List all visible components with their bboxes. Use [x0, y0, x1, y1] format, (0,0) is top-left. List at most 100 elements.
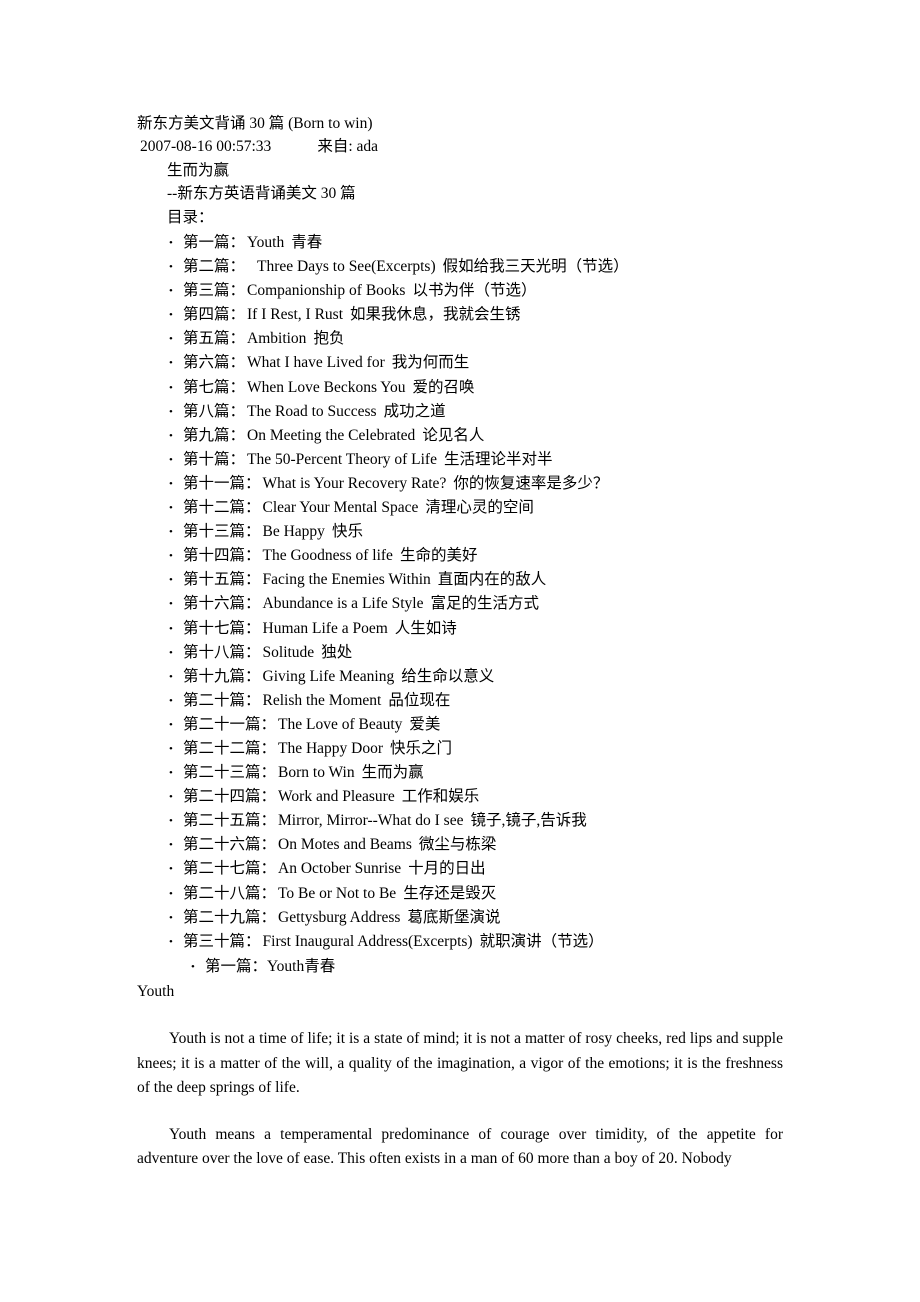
bullet-icon: • — [169, 550, 173, 563]
toc-item-title-cn: 微尘与栋梁 — [418, 836, 497, 854]
toc-item-title-cn: 爱美 — [409, 715, 441, 733]
toc-item[interactable]: • 第二十六篇： On Motes and Beams 微尘与栋梁 — [167, 833, 907, 857]
toc-item-title-cn: 镜子,镜子,告诉我 — [470, 812, 587, 830]
toc-item[interactable]: • 第二十篇： Relish the Moment 品位现在 — [167, 689, 907, 713]
toc-item-title-cn: 十月的日出 — [408, 860, 486, 878]
toc-item[interactable]: • 第十六篇： Abundance is a Life Style 富足的生活方式 — [167, 592, 907, 616]
bullet-icon: • — [169, 357, 173, 370]
toc-item-title-en: Youth — [247, 234, 285, 251]
toc-item[interactable]: • 第二十八篇： To Be or Not to Be 生存还是毁灭 — [167, 882, 907, 906]
toc-item-title-cn: 给生命以意义 — [401, 667, 495, 685]
toc-item-index: 第二十四篇： — [183, 788, 277, 806]
toc-item[interactable]: • 第三十篇： First Inaugural Address(Excerpts) 就… — [167, 930, 907, 954]
toc-item-title-cn: 就职演讲（节选） — [479, 932, 604, 950]
toc-item-title-cn: 论见名人 — [422, 426, 485, 444]
toc-item[interactable]: • 第十一篇： What is Your Recovery Rate? 你的恢复速率是… — [167, 472, 907, 496]
toc-item-title-en: The Love of Beauty — [278, 715, 403, 733]
bullet-icon: • — [169, 598, 173, 611]
toc-item[interactable]: • 第九篇： On Meeting the Celebrated 论见名人 — [167, 424, 907, 448]
toc-item-index: 第十一篇： — [183, 474, 261, 492]
toc-item[interactable]: • 第六篇： What I have Lived for 我为何而生 — [167, 351, 907, 375]
toc-item-title-cn: 人生如诗 — [394, 619, 457, 637]
toc-item-index: 第二十七篇： — [183, 860, 277, 878]
toc-item[interactable]: • 第二十一篇： The Love of Beauty 爱美 — [167, 713, 907, 737]
toc-item-title-en: The Happy Door — [278, 739, 384, 757]
toc-item-title-cn: 我为何而生 — [391, 354, 470, 372]
toc-item-index: 第七篇： — [183, 378, 246, 396]
toc-item-index: 第二十二篇： — [183, 739, 277, 757]
toc-item[interactable]: • 第七篇： When Love Beckons You 爱的召唤 — [167, 376, 907, 400]
toc-item[interactable]: • 第十七篇： Human Life a Poem 人生如诗 — [167, 617, 907, 641]
bullet-icon: • — [169, 815, 173, 828]
bullet-icon: • — [191, 961, 195, 973]
toc-item-title-cn: 爱的召唤 — [412, 378, 475, 396]
toc-repeat-entry[interactable]: • 第一篇：Youth青春 — [189, 955, 335, 979]
bullet-icon: • — [169, 839, 173, 852]
toc-item[interactable]: • 第二十四篇： Work and Pleasure 工作和娱乐 — [167, 785, 907, 809]
toc-item-title-cn: 清理心灵的空间 — [425, 499, 534, 517]
toc-item[interactable]: • 第八篇： The Road to Success 成功之道 — [167, 400, 907, 424]
toc-item-index: 第十八篇： — [183, 643, 261, 661]
toc-item-title-cn: 青春 — [304, 958, 336, 975]
subtitle-series: --新东方英语背诵美文 30 篇 — [167, 185, 356, 202]
toc-item[interactable]: • 第二十二篇： The Happy Door 快乐之门 — [167, 737, 907, 761]
toc-item[interactable]: • 第十二篇： Clear Your Mental Space 清理心灵的空间 — [167, 496, 907, 520]
toc-item-title-en: If I Rest, I Rust — [247, 306, 344, 324]
toc-item-title-cn: 品位现在 — [388, 691, 451, 709]
toc-item-title-en: On Motes and Beams — [278, 836, 412, 854]
document-page: 新东方美文背诵 30 篇 (Born to win) 2007-08-16 00… — [0, 0, 920, 1302]
toc-item[interactable]: • 第十三篇： Be Happy 快乐 — [167, 520, 907, 544]
table-of-contents: • 第一篇： Youth 青春 • 第二篇： Three Days to See(Excer… — [167, 231, 907, 954]
toc-item[interactable]: • 第五篇： Ambition 抱负 — [167, 327, 907, 351]
article-paragraph: Youth is not a time of life; it is a sta… — [137, 1030, 783, 1097]
toc-item-title-en: On Meeting the Celebrated — [247, 426, 416, 444]
bullet-icon: • — [169, 670, 173, 683]
bullet-icon: • — [169, 477, 173, 490]
toc-item-index: 第十九篇： — [183, 667, 261, 685]
toc-item-index: 第四篇： — [183, 306, 246, 324]
toc-item[interactable]: • 第十九篇： Giving Life Meaning 给生命以意义 — [167, 665, 907, 689]
bullet-icon: • — [169, 863, 173, 876]
toc-item[interactable]: • 第四篇： If I Rest, I Rust 如果我休息，我就会生锈 — [167, 303, 907, 327]
toc-item-index: 第十五篇： — [183, 571, 261, 589]
toc-label: 目录： — [167, 209, 214, 226]
toc-item-index: 第六篇： — [183, 354, 246, 372]
toc-item-title-en: Gettysburg Address — [278, 908, 401, 926]
toc-item-title-cn: 你的恢复速率是多少？ — [453, 474, 609, 492]
toc-item-title-en: Youth — [267, 958, 305, 975]
toc-item-index: 第二篇： — [183, 258, 246, 276]
bullet-icon: • — [169, 718, 173, 731]
toc-item[interactable]: • 第一篇： Youth 青春 — [167, 231, 907, 255]
bullet-icon: • — [169, 381, 173, 394]
toc-item-title-cn: 生存还是毁灭 — [403, 884, 497, 902]
toc-item[interactable]: • 第二十七篇： An October Sunrise 十月的日出 — [167, 857, 907, 881]
toc-item[interactable]: • 第三篇： Companionship of Books 以书为伴（节选） — [167, 279, 907, 303]
toc-item-title-en: Work and Pleasure — [278, 788, 395, 806]
toc-item-title-en: Clear Your Mental Space — [262, 499, 419, 517]
toc-item[interactable]: • 第十篇： The 50-Percent Theory of Life 生活理论半对… — [167, 448, 907, 472]
toc-item-title-cn: 生命的美好 — [399, 547, 478, 565]
toc-item-index: 第五篇： — [183, 330, 246, 348]
toc-item[interactable]: • 第二篇： Three Days to See(Excerpts) 假如给我三天光明… — [167, 255, 907, 279]
bullet-icon: • — [169, 405, 173, 418]
toc-item-title-en: Relish the Moment — [262, 691, 382, 709]
bullet-icon: • — [169, 694, 173, 707]
toc-item[interactable]: • 第十五篇： Facing the Enemies Within 直面内在的敌人 — [167, 568, 907, 592]
toc-item[interactable]: • 第十八篇： Solitude 独处 — [167, 641, 907, 665]
toc-item-title-en: Abundance is a Life Style — [262, 595, 424, 613]
toc-item-title-en: Facing the Enemies Within — [262, 571, 431, 589]
toc-item[interactable]: • 第二十五篇： Mirror, Mirror--What do I see 镜子,镜… — [167, 809, 907, 833]
bullet-icon: • — [169, 237, 173, 249]
toc-item-title-cn: 生活理论半对半 — [443, 450, 553, 468]
toc-item[interactable]: • 第二十九篇： Gettysburg Address 葛底斯堡演说 — [167, 906, 907, 930]
toc-item[interactable]: • 第十四篇： The Goodness of life 生命的美好 — [167, 544, 907, 568]
toc-item-index: 第二十六篇： — [183, 836, 277, 854]
toc-item-title-en: The Road to Success — [247, 402, 377, 420]
toc-item-title-cn: 以书为伴（节选） — [412, 282, 537, 300]
toc-item-title-cn: 生而为赢 — [361, 764, 424, 782]
toc-item-title-en: What is Your Recovery Rate? — [262, 474, 447, 492]
toc-item-title-en: What I have Lived for — [247, 354, 385, 372]
toc-item-title-en: Mirror, Mirror--What do I see — [278, 812, 464, 830]
toc-item[interactable]: • 第二十三篇： Born to Win 生而为赢 — [167, 761, 907, 785]
toc-item-title-en: Human Life a Poem — [262, 619, 388, 637]
